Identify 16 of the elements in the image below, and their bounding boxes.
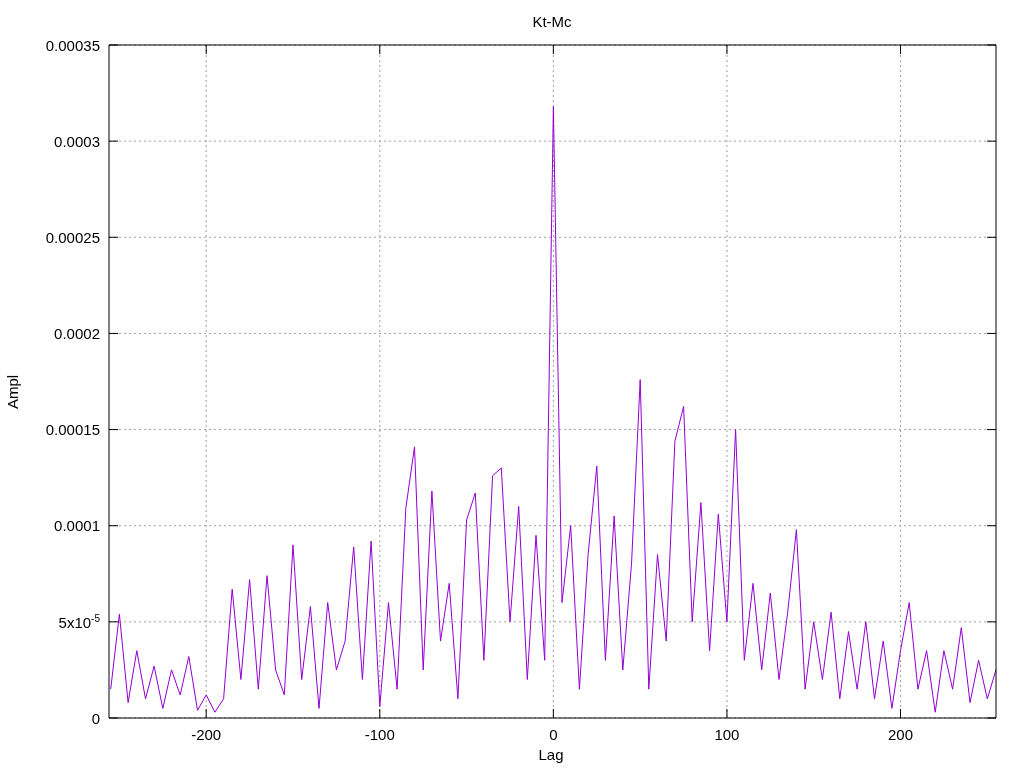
y-tick-label: 0.0003: [54, 133, 100, 149]
x-axis-label: Lag: [538, 746, 564, 763]
x-tick-label: 200: [888, 726, 914, 743]
y-tick-label: 0.00035: [45, 37, 100, 53]
chart-title: Kt-Mc: [532, 13, 572, 30]
x-tick-label: -100: [364, 726, 395, 743]
y-tick-label: 0.00025: [45, 229, 100, 245]
x-tick-label: -200: [191, 726, 222, 743]
x-tick-label: 100: [714, 726, 740, 743]
y-tick-label: 0: [91, 710, 100, 726]
y-tick-label: 0.0001: [54, 518, 100, 534]
y-tick-label: 0.00015: [45, 422, 100, 438]
x-tick-label: 0: [549, 726, 558, 743]
y-tick-label: 5x10$^{-5}$: [58, 613, 100, 630]
y-tick-label: 0.0002: [54, 325, 100, 341]
y-axis-label: Ampl: [4, 374, 21, 410]
